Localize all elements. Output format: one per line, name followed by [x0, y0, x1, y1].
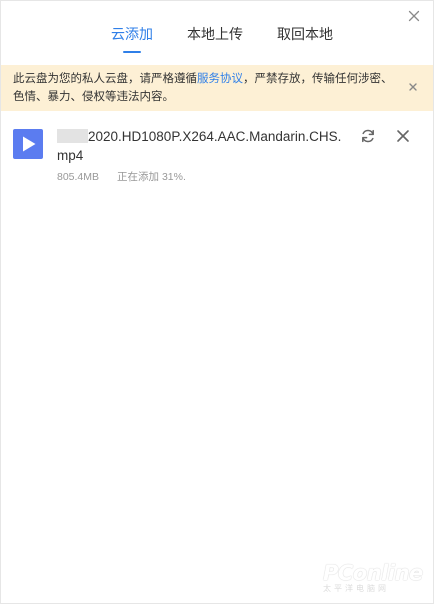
cancel-button[interactable] — [395, 128, 411, 144]
file-meta: 805.4MB 正在添加 31%. — [57, 169, 186, 184]
tab-retrieve-local[interactable]: 取回本地 — [277, 23, 333, 53]
notice-text-before: 此云盘为您的私人云盘，请严格遵循 — [13, 73, 197, 85]
pconline-watermark-logo: PConline 太平洋电脑网 — [323, 561, 427, 595]
notice-close-button[interactable] — [407, 81, 419, 93]
watermark-brand: PConline — [323, 561, 423, 585]
cloud-add-dialog: 云添加 本地上传 取回本地 此云盘为您的私人云盘，请严格遵循服务协议，严禁存放，… — [0, 0, 434, 604]
tab-local-upload[interactable]: 本地上传 — [187, 23, 243, 53]
file-name-text: 2020.HD1080P.X264.AAC.Mandarin.CHS.mp4 — [57, 129, 342, 163]
refresh-icon — [362, 129, 374, 143]
file-size: 805.4MB — [57, 171, 100, 183]
file-list-item: 2020.HD1080P.X264.AAC.Mandarin.CHS.mp4 8… — [1, 125, 433, 189]
file-name: 2020.HD1080P.X264.AAC.Mandarin.CHS.mp4 — [57, 127, 347, 165]
close-icon — [409, 83, 417, 91]
retry-button[interactable] — [359, 127, 377, 145]
privacy-notice-banner: 此云盘为您的私人云盘，请严格遵循服务协议，严禁存放，传输任何涉密、色情、暴力、侵… — [1, 65, 433, 111]
upload-status: 正在添加 31%. — [117, 171, 186, 183]
tab-cloud-add[interactable]: 云添加 — [111, 23, 153, 53]
notice-text: 此云盘为您的私人云盘，请严格遵循服务协议，严禁存放，传输任何涉密、色情、暴力、侵… — [13, 70, 393, 106]
tab-bar: 云添加 本地上传 取回本地 — [1, 23, 433, 53]
service-agreement-link[interactable]: 服务协议 — [197, 73, 243, 85]
close-icon — [397, 130, 409, 142]
redacted-block — [57, 129, 88, 143]
video-play-icon — [13, 129, 43, 159]
